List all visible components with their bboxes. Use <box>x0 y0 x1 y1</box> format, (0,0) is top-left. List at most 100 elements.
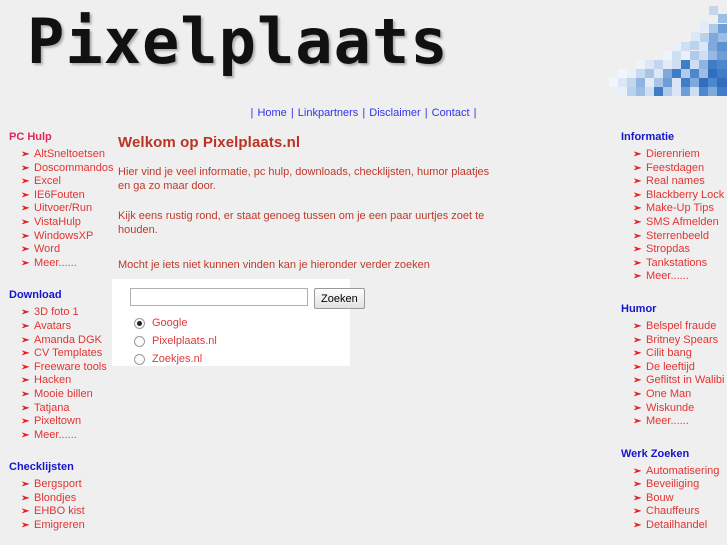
list-item[interactable]: ➢ AltSneltoetsen <box>0 148 112 162</box>
sidebar-item-label[interactable]: Uitvoer/Run <box>34 202 92 214</box>
sidebar-item-label[interactable]: Amanda DGK <box>34 334 102 346</box>
list-item[interactable]: ➢ Real names <box>612 175 727 189</box>
sidebar-item-label[interactable]: Tankstations <box>646 257 707 269</box>
search-engine-radio[interactable]: Google <box>134 315 217 331</box>
list-item[interactable]: ➢ Amanda DGK <box>0 334 112 348</box>
sidebar-item-label[interactable]: Avatars <box>34 320 71 332</box>
list-item[interactable]: ➢ 3D foto 1 <box>0 306 112 320</box>
list-item[interactable]: ➢ Uitvoer/Run <box>0 202 112 216</box>
list-item[interactable]: ➢ Wiskunde <box>612 402 727 416</box>
sidebar-item-label[interactable]: One Man <box>646 388 691 400</box>
list-item[interactable]: ➢ EHBO kist <box>0 505 112 519</box>
sidebar-item-label[interactable]: Bouw <box>646 492 674 504</box>
sidebar-item-label[interactable]: EHBO kist <box>34 505 85 517</box>
sidebar-item-label[interactable]: Bergsport <box>34 478 82 490</box>
sidebar-item-label[interactable]: Stropdas <box>646 243 690 255</box>
sidebar-item-label[interactable]: Meer...... <box>34 257 77 269</box>
list-item[interactable]: ➢ Pixeltown <box>0 415 112 429</box>
list-item[interactable]: ➢ Make-Up Tips <box>612 202 727 216</box>
list-item[interactable]: ➢ CV Templates <box>0 347 112 361</box>
list-item[interactable]: ➢ Meer...... <box>612 415 727 429</box>
list-item[interactable]: ➢ Detailhandel <box>612 519 727 533</box>
list-item[interactable]: ➢ Tankstations <box>612 257 727 271</box>
list-item[interactable]: ➢ Dierenriem <box>612 148 727 162</box>
list-item[interactable]: ➢ Bergsport <box>0 478 112 492</box>
list-item[interactable]: ➢ Britney Spears <box>612 334 727 348</box>
sidebar-item-label[interactable]: Beveiliging <box>646 478 699 490</box>
list-item[interactable]: ➢ Automatisering <box>612 465 727 479</box>
nav-link-home[interactable]: Home <box>256 107 287 119</box>
list-item[interactable]: ➢ Belspel fraude <box>612 320 727 334</box>
sidebar-item-label[interactable]: Detailhandel <box>646 519 707 531</box>
list-item[interactable]: ➢ De leeftijd <box>612 361 727 375</box>
radio-button-icon[interactable] <box>134 353 145 365</box>
list-item[interactable]: ➢ Meer...... <box>0 429 112 443</box>
sidebar-item-label[interactable]: Britney Spears <box>646 334 718 346</box>
list-item[interactable]: ➢ SMS Afmelden <box>612 216 727 230</box>
list-item[interactable]: ➢ Geflitst in Walibi <box>612 374 727 388</box>
list-item[interactable]: ➢ Avatars <box>0 320 112 334</box>
list-item[interactable]: ➢ Cilit bang <box>612 347 727 361</box>
list-item[interactable]: ➢ Doscommandos <box>0 162 113 176</box>
sidebar-item-label[interactable]: WindowsXP <box>34 230 93 242</box>
list-item[interactable]: ➢ Feestdagen <box>612 162 727 176</box>
list-item[interactable]: ➢ Sterrenbeeld <box>612 230 727 244</box>
list-item[interactable]: ➢ Meer...... <box>612 270 727 284</box>
sidebar-item-label[interactable]: VistaHulp <box>34 216 81 228</box>
list-item[interactable]: ➢ IE6Fouten <box>0 189 112 203</box>
sidebar-item-label[interactable]: Pixeltown <box>34 415 81 427</box>
sidebar-item-label[interactable]: Word <box>34 243 60 255</box>
search-input[interactable] <box>130 288 308 306</box>
sidebar-item-label[interactable]: Dierenriem <box>646 148 700 160</box>
list-item[interactable]: ➢ Tatjana <box>0 402 112 416</box>
sidebar-item-label[interactable]: Wiskunde <box>646 402 694 414</box>
radio-button-icon[interactable] <box>134 317 145 329</box>
search-engine-radio[interactable]: Zoekjes.nl <box>134 351 217 367</box>
list-item[interactable]: ➢ Chauffeurs <box>612 505 727 519</box>
list-item[interactable]: ➢ Mooie billen <box>0 388 112 402</box>
list-item[interactable]: ➢ Bouw <box>612 492 727 506</box>
sidebar-item-label[interactable]: AltSneltoetsen <box>34 148 105 160</box>
list-item[interactable]: ➢ Emigreren <box>0 519 112 533</box>
list-item[interactable]: ➢ Excel <box>0 175 112 189</box>
sidebar-item-label[interactable]: Blackberry Lock <box>646 189 724 201</box>
sidebar-item-label[interactable]: Automatisering <box>646 465 719 477</box>
sidebar-item-label[interactable]: Excel <box>34 175 61 187</box>
sidebar-item-label[interactable]: Meer...... <box>646 270 689 282</box>
sidebar-item-label[interactable]: Belspel fraude <box>646 320 716 332</box>
search-submit-button[interactable]: Zoeken <box>314 288 365 309</box>
sidebar-item-label[interactable]: Meer...... <box>34 429 77 441</box>
sidebar-item-label[interactable]: Geflitst in Walibi <box>646 374 724 386</box>
sidebar-item-label[interactable]: Chauffeurs <box>646 505 700 517</box>
list-item[interactable]: ➢ Meer...... <box>0 257 112 271</box>
nav-link-disclaimer[interactable]: Disclaimer <box>368 107 421 119</box>
nav-link-linkpartners[interactable]: Linkpartners <box>297 107 360 119</box>
sidebar-item-label[interactable]: Make-Up Tips <box>646 202 714 214</box>
list-item[interactable]: ➢ Blondjes <box>0 492 112 506</box>
sidebar-item-label[interactable]: Sterrenbeeld <box>646 230 709 242</box>
sidebar-item-label[interactable]: SMS Afmelden <box>646 216 719 228</box>
sidebar-item-label[interactable]: 3D foto 1 <box>34 306 79 318</box>
sidebar-item-label[interactable]: Cilit bang <box>646 347 692 359</box>
sidebar-item-label[interactable]: Feestdagen <box>646 162 704 174</box>
search-engine-radio[interactable]: Pixelplaats.nl <box>134 333 217 349</box>
sidebar-item-label[interactable]: Freeware tools <box>34 361 107 373</box>
nav-link-contact[interactable]: Contact <box>431 107 471 119</box>
list-item[interactable]: ➢ Freeware tools <box>0 361 112 375</box>
sidebar-item-label[interactable]: Meer...... <box>646 415 689 427</box>
sidebar-item-label[interactable]: CV Templates <box>34 347 102 359</box>
list-item[interactable]: ➢ One Man <box>612 388 727 402</box>
list-item[interactable]: ➢ Hacken <box>0 374 112 388</box>
sidebar-item-label[interactable]: Mooie billen <box>34 388 93 400</box>
sidebar-item-label[interactable]: Real names <box>646 175 705 187</box>
sidebar-item-label[interactable]: Tatjana <box>34 402 69 414</box>
list-item[interactable]: ➢ VistaHulp <box>0 216 112 230</box>
list-item[interactable]: ➢ Word <box>0 243 112 257</box>
radio-button-icon[interactable] <box>134 335 145 347</box>
sidebar-item-label[interactable]: Blondjes <box>34 492 76 504</box>
list-item[interactable]: ➢ Blackberry Lock <box>612 189 727 203</box>
list-item[interactable]: ➢ Beveiliging <box>612 478 727 492</box>
list-item[interactable]: ➢ Stropdas <box>612 243 727 257</box>
sidebar-item-label[interactable]: Hacken <box>34 374 71 386</box>
sidebar-item-label[interactable]: De leeftijd <box>646 361 695 373</box>
